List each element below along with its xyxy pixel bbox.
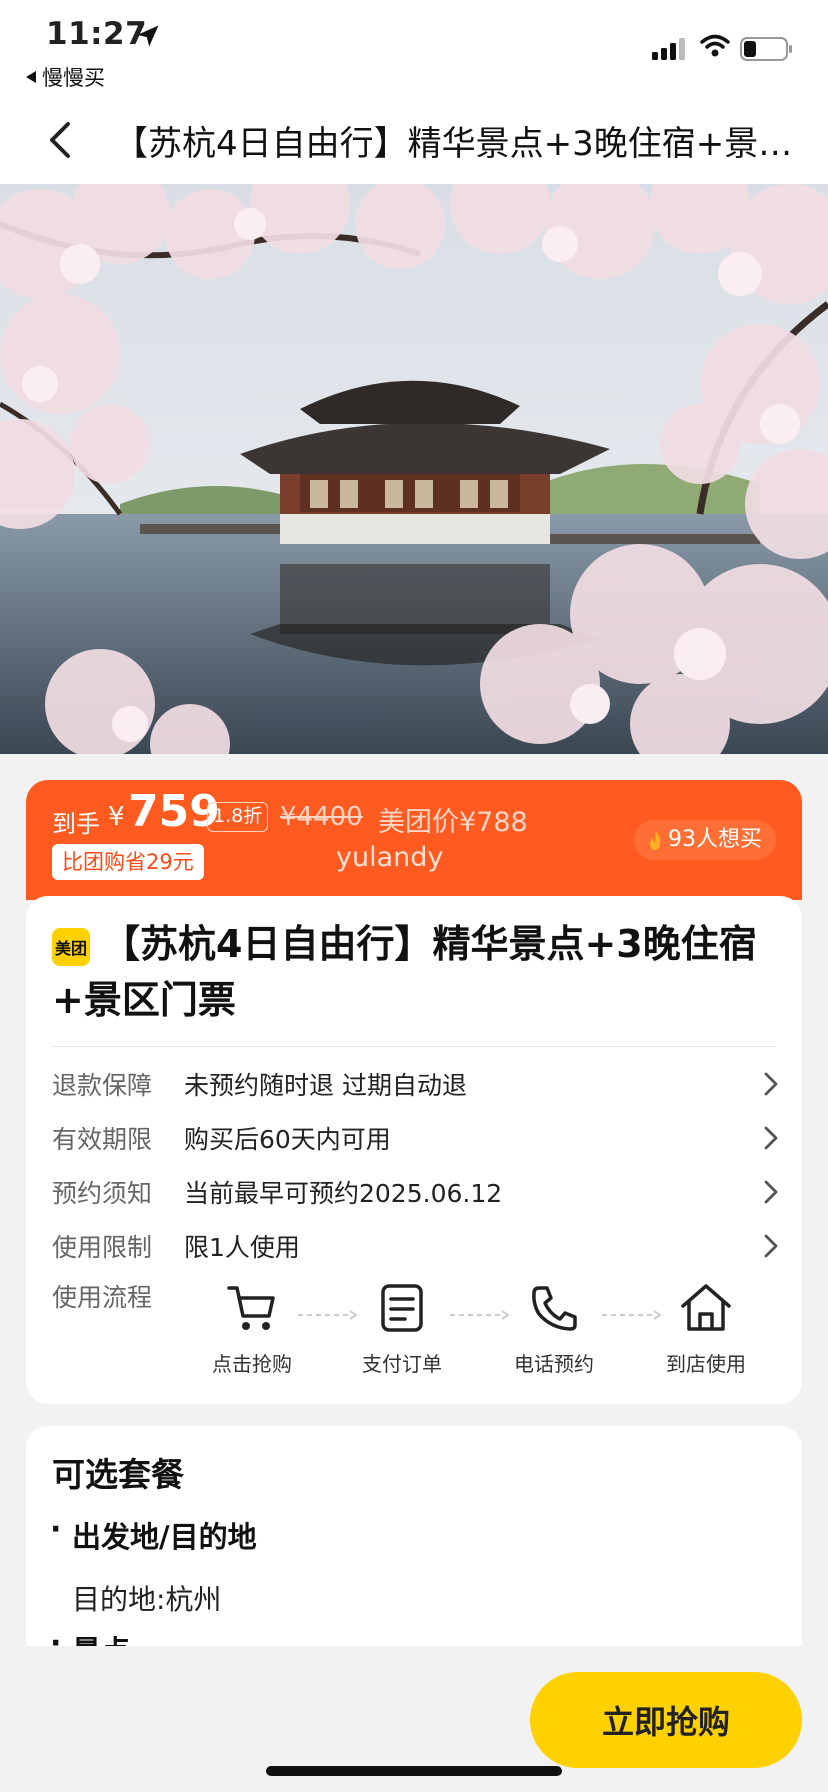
home-indicator [266,1766,562,1776]
original-price: ¥4400 [280,802,363,832]
info-value: 当前最早可预约2025.06.12 [184,1179,503,1208]
meituan-price: 美团价¥788 [378,807,528,838]
info-label: 使用限制 [52,1233,153,1262]
flow-step-label: 点击抢购 [212,1352,292,1376]
package-options-card: 可选套餐 · 出发地/目的地 目的地:杭州 · 景点 [26,1426,802,1646]
home-icon [681,1284,731,1331]
package-subsection-title: 景点 [72,1628,130,1646]
back-chevron-icon[interactable] [40,118,84,162]
wifi-icon [700,34,730,57]
fire-icon [650,830,661,850]
bullet-dot: · [50,1626,62,1646]
battery-icon [740,37,792,61]
nav-title: 【苏杭4日自由行】精华景点+3晚住宿+景区门票 [114,124,804,164]
chevron-right-icon [764,1180,778,1204]
discount-tag: 1.8折 [207,802,269,832]
refund-row[interactable]: 退款保障 未预约随时退 过期自动退 [52,1062,782,1106]
buy-now-button[interactable]: 立即抢购 [530,1672,802,1768]
divider [52,1046,776,1047]
hero-image[interactable] [0,184,828,754]
product-info-card: 【苏杭4日自由行】精华景点+3晚住宿+景区门票 美团 退款保障 未预约随时退 过… [26,896,802,1404]
watermark-text: yulandy [336,842,444,873]
product-title: 【苏杭4日自由行】精华景点+3晚住宿+景区门票 [52,922,757,1022]
info-label: 有效期限 [52,1125,153,1154]
chevron-right-icon [764,1126,778,1150]
flow-step-label: 电话预约 [514,1352,594,1376]
flow-step-label: 支付订单 [362,1352,442,1376]
flow-step-buy: 点击抢购 [192,1282,312,1377]
meituan-logo: 美团 [52,928,90,966]
bullet-dot: · [50,1512,62,1547]
pavilion-cherry-blossom-image [0,184,828,754]
flow-step-pay: 支付订单 [342,1282,462,1377]
savings-badge: 比团购省29元 [52,844,204,880]
back-to-app-link[interactable]: 慢慢买 [26,62,105,92]
document-icon [381,1284,423,1332]
price-banner: 到手 ¥ 759 1.8折 ¥4400 美团价¥788 比团购省29元 yula… [26,780,802,900]
info-label: 退款保障 [52,1071,153,1100]
cart-icon [227,1286,275,1330]
flow-step-phone: 电话预约 [494,1282,614,1377]
back-app-label: 慢慢买 [42,66,105,90]
status-time: 11:27 [46,16,148,52]
validity-row[interactable]: 有效期限 购买后60天内可用 [52,1116,782,1160]
package-section-title: 可选套餐 [52,1455,184,1494]
price-prefix: 到手 [52,810,100,838]
currency-symbol: ¥ [108,802,125,832]
location-arrow-icon [137,25,159,47]
chevron-right-icon [764,1234,778,1258]
package-subsection-title: 出发地/目的地 [72,1520,257,1554]
cellular-signal-icon [652,38,685,60]
status-bar: 11:27 慢慢买 [0,0,828,96]
info-value: 未预约随时退 过期自动退 [184,1071,467,1100]
package-detail-text: 目的地:杭州 [72,1583,222,1616]
want-count-badge: 93人想买 [634,820,776,860]
info-value: 购买后60天内可用 [184,1125,391,1154]
info-value: 限1人使用 [184,1233,300,1262]
usage-limit-row[interactable]: 使用限制 限1人使用 [52,1224,782,1268]
nav-bar: 【苏杭4日自由行】精华景点+3晚住宿+景区门票 [0,96,828,184]
booking-notice-row[interactable]: 预约须知 当前最早可预约2025.06.12 [52,1170,782,1214]
phone-icon [532,1286,577,1331]
info-label: 预约须知 [52,1179,153,1208]
back-triangle-icon [26,71,36,83]
flow-label: 使用流程 [52,1283,153,1312]
flow-step-store: 到店使用 [646,1282,766,1377]
flow-step-label: 到店使用 [666,1352,746,1376]
want-count-label: 93人想买 [668,827,762,852]
chevron-right-icon [764,1072,778,1096]
